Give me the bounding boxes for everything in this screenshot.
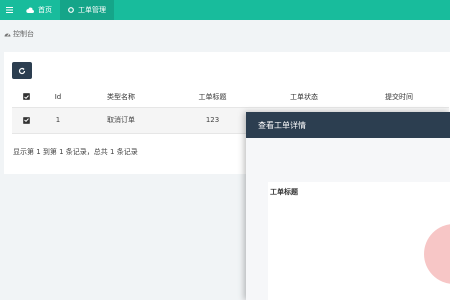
select-all-checkbox[interactable] (22, 93, 30, 101)
table-header-row: Id 类型名称 工单标题 工单状态 提交时间 (12, 87, 449, 108)
row-checkbox[interactable] (22, 116, 30, 124)
dashboard-icon (4, 31, 11, 37)
detail-field-label: 工单标题 (270, 188, 298, 196)
nav-item-home[interactable]: 首页 (18, 0, 60, 20)
column-header-submit-time[interactable]: 提交时间 (349, 87, 449, 108)
cell-type: 取消订单 (76, 107, 166, 134)
checkmark-icon (23, 95, 29, 99)
cell-id: 1 (40, 107, 76, 134)
checkmark-icon (23, 118, 29, 122)
modal-header[interactable]: 查看工单详情 (246, 112, 450, 138)
hamburger-icon (5, 7, 13, 13)
cloud-icon (26, 7, 34, 13)
circle-icon (68, 7, 74, 13)
breadcrumb: 控制台 (4, 29, 34, 39)
nav-item-label: 首页 (38, 6, 52, 14)
column-header-status[interactable]: 工单状态 (259, 87, 349, 108)
pagination-summary: 显示第 1 到第 1 条记录，总共 1 条记录 (13, 148, 138, 156)
select-all-cell (12, 87, 40, 108)
column-header-title[interactable]: 工单标题 (166, 87, 259, 108)
top-nav: 首页 工单管理 (0, 0, 450, 20)
menu-toggle-button[interactable] (0, 0, 18, 20)
status-stamp-icon (424, 224, 450, 284)
nav-item-label: 工单管理 (78, 6, 106, 14)
modal-title: 查看工单详情 (258, 120, 306, 130)
refresh-icon (18, 67, 26, 74)
column-header-type[interactable]: 类型名称 (76, 87, 166, 108)
row-select-cell (12, 107, 40, 134)
modal-content-card: 工单标题 (268, 182, 450, 300)
refresh-button[interactable] (12, 62, 32, 79)
column-header-id[interactable]: Id (40, 87, 76, 108)
breadcrumb-label[interactable]: 控制台 (13, 29, 34, 39)
ticket-detail-modal: 查看工单详情 工单标题 (246, 112, 450, 300)
nav-item-ticket-management[interactable]: 工单管理 (60, 0, 114, 20)
